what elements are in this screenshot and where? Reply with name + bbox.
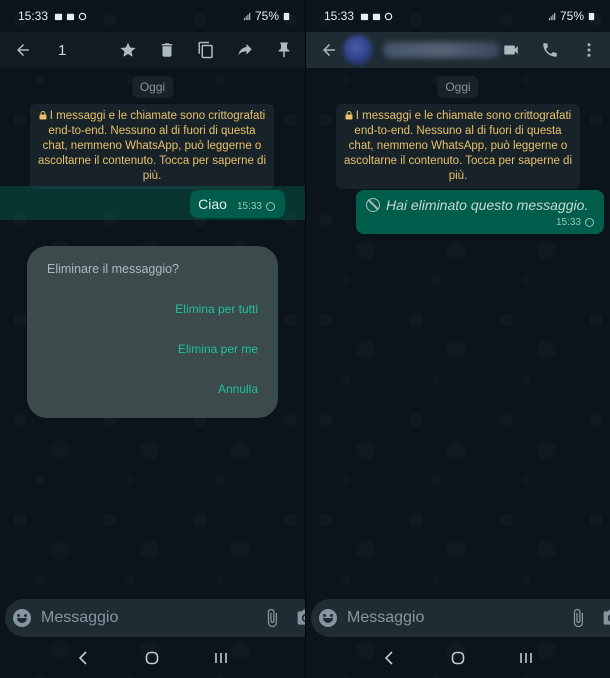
more-options-icon[interactable] xyxy=(578,39,600,61)
back-arrow-icon[interactable] xyxy=(318,39,339,61)
delete-for-me-button[interactable]: Elimina per me xyxy=(47,342,258,356)
right-chat-screen: 15:33 75% Oggi I messaggi e le chiamate … xyxy=(305,0,610,678)
image-notification-icon xyxy=(360,13,369,20)
selection-count: 1 xyxy=(58,41,67,59)
pending-clock-icon xyxy=(266,202,275,211)
pending-clock-icon xyxy=(585,218,594,227)
delete-for-everyone-button[interactable]: Elimina per tutti xyxy=(47,302,258,316)
lock-icon xyxy=(39,111,47,120)
date-chip: Oggi xyxy=(131,76,174,98)
selection-toolbar: 1 xyxy=(0,32,305,68)
dialog-title: Eliminare il messaggio? xyxy=(47,262,180,276)
outgoing-message[interactable]: Ciao 15:33 xyxy=(190,190,285,218)
left-chat-screen: 15:33 75% 1 Oggi I messaggi e le chiamat… xyxy=(0,0,305,678)
message-input[interactable] xyxy=(347,609,554,627)
date-chip: Oggi xyxy=(437,76,479,98)
encryption-notice-text: I messaggi e le chiamate sono crittograf… xyxy=(38,110,267,182)
battery-percent: 75% xyxy=(559,9,584,23)
star-icon[interactable] xyxy=(117,39,139,61)
emoji-icon[interactable] xyxy=(13,609,31,627)
attach-icon[interactable] xyxy=(568,608,588,628)
sync-icon xyxy=(78,12,87,20)
signal-icon xyxy=(243,12,251,20)
status-bar: 15:33 75% xyxy=(0,0,305,32)
message-input[interactable] xyxy=(41,609,248,627)
nav-back-icon[interactable] xyxy=(380,648,400,668)
encryption-notice[interactable]: I messaggi e le chiamate sono crittograf… xyxy=(30,104,274,189)
voice-call-icon[interactable] xyxy=(539,39,561,61)
video-call-icon[interactable] xyxy=(500,39,522,61)
camera-icon[interactable] xyxy=(602,608,610,628)
compose-bar xyxy=(311,599,610,637)
pin-icon[interactable] xyxy=(273,39,295,61)
forward-icon[interactable] xyxy=(234,39,256,61)
status-time: 15:33 xyxy=(324,9,355,23)
nav-home-icon[interactable] xyxy=(142,648,162,668)
contact-name-blurred[interactable] xyxy=(382,42,500,58)
deleted-ban-icon xyxy=(366,198,380,212)
status-bar: 15:33 75% xyxy=(306,0,610,32)
camera-icon[interactable] xyxy=(296,608,305,628)
message-text: Ciao xyxy=(198,196,227,212)
signal-icon xyxy=(548,12,556,20)
delete-dialog: Eliminare il messaggio? Elimina per tutt… xyxy=(27,246,278,418)
chat-header xyxy=(306,32,610,68)
nav-home-icon[interactable] xyxy=(448,648,468,668)
nav-recents-icon[interactable] xyxy=(516,648,536,668)
message-input-container xyxy=(311,599,610,637)
message-input-container xyxy=(5,599,305,637)
encryption-notice[interactable]: I messaggi e le chiamate sono crittograf… xyxy=(336,104,580,189)
message-time: 15:33 xyxy=(236,201,262,212)
notification-icon xyxy=(66,13,75,20)
deleted-message-text: Hai eliminato questo messaggio. xyxy=(386,197,589,213)
encryption-notice-text: I messaggi e le chiamate sono crittograf… xyxy=(344,110,573,182)
notification-icon xyxy=(54,13,63,20)
nav-recents-icon[interactable] xyxy=(211,648,231,668)
attach-icon[interactable] xyxy=(262,608,282,628)
status-time: 15:33 xyxy=(18,9,49,23)
lock-icon xyxy=(345,111,353,120)
battery-icon xyxy=(283,12,290,20)
deleted-message[interactable]: Hai eliminato questo messaggio. 15:33 xyxy=(356,190,604,234)
android-nav-bar xyxy=(306,638,610,678)
android-nav-bar xyxy=(0,638,305,678)
nav-back-icon[interactable] xyxy=(74,648,94,668)
contact-avatar[interactable] xyxy=(343,35,373,65)
emoji-icon[interactable] xyxy=(319,609,337,627)
notification-icon xyxy=(372,13,381,20)
compose-bar xyxy=(5,599,305,637)
battery-percent: 75% xyxy=(254,9,279,23)
cancel-button[interactable]: Annulla xyxy=(47,382,258,396)
battery-icon xyxy=(588,12,595,20)
delete-icon[interactable] xyxy=(156,39,178,61)
back-arrow-icon[interactable] xyxy=(12,39,34,61)
sync-icon xyxy=(384,12,393,20)
message-time: 15:33 xyxy=(555,217,581,228)
copy-icon[interactable] xyxy=(195,39,217,61)
